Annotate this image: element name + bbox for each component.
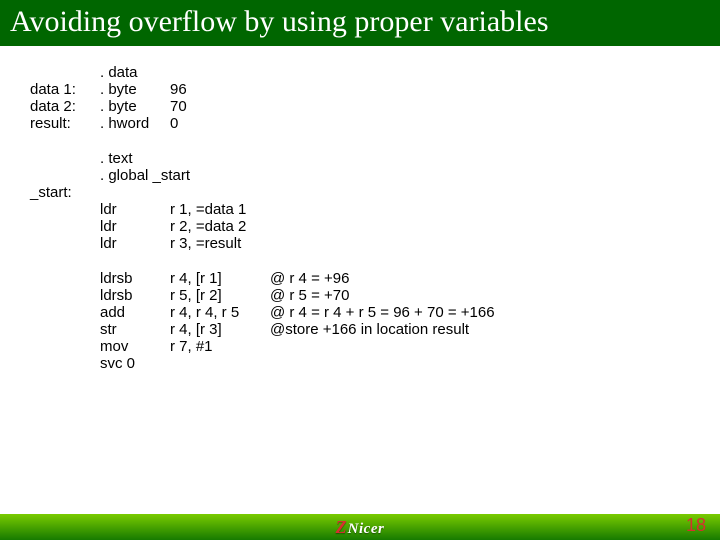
operands: r 4, [r 3] [170, 321, 270, 338]
comment: @ r 4 = r 4 + r 5 = 96 + 70 = +166 [270, 304, 720, 321]
directive-text: . hword [100, 115, 170, 132]
directive-text: . byte [100, 98, 170, 115]
mnemonic: add [100, 304, 170, 321]
data-line: data 2: . byte 70 [30, 98, 720, 115]
label: data 1: [30, 81, 100, 98]
global-directive: . global _start [30, 167, 720, 184]
text-directive: . text [30, 150, 720, 167]
mnemonic: ldr [100, 235, 170, 252]
operands: r 2, =data 2 [170, 218, 246, 235]
label: result: [30, 115, 100, 132]
data-line: data 1: . byte 96 [30, 81, 720, 98]
instr-line: ldr r 1, =data 1 [30, 201, 720, 218]
instr-line: mov r 7, #1 [30, 338, 720, 355]
instr-line: ldrsb r 5, [r 2] @ r 5 = +70 [30, 287, 720, 304]
mnemonic: mov [100, 338, 170, 355]
operands: r 4, [r 1] [170, 270, 270, 287]
code-block: . data data 1: . byte 96 data 2: . byte … [0, 46, 720, 540]
comment: @store +166 in location result [270, 321, 720, 338]
slide: Avoiding overflow by using proper variab… [0, 0, 720, 540]
mnemonic: svc 0 [100, 355, 170, 372]
label: _start: [30, 184, 100, 201]
logo: Z Nicer [336, 517, 385, 538]
footer-bar: Z Nicer [0, 514, 720, 540]
mnemonic: ldr [100, 218, 170, 235]
instr-line: add r 4, r 4, r 5 @ r 4 = r 4 + r 5 = 96… [30, 304, 720, 321]
data-line: result: . hword 0 [30, 115, 720, 132]
directive-text: . byte [100, 81, 170, 98]
page-title: Avoiding overflow by using proper variab… [0, 0, 720, 46]
page-number: 18 [686, 515, 706, 536]
comment: @ r 5 = +70 [270, 287, 720, 304]
comment: @ r 4 = +96 [270, 270, 720, 287]
value: 96 [170, 81, 270, 98]
operands: r 3, =result [170, 235, 241, 252]
value: 70 [170, 98, 270, 115]
label: data 2: [30, 98, 100, 115]
instr-line: str r 4, [r 3] @store +166 in location r… [30, 321, 720, 338]
mnemonic: ldrsb [100, 287, 170, 304]
logo-z: Z [336, 517, 347, 538]
logo-nicer: Nicer [348, 521, 385, 538]
operands: r 7, #1 [170, 338, 270, 355]
mnemonic: ldrsb [100, 270, 170, 287]
start-label: _start: [30, 184, 720, 201]
operands: r 4, r 4, r 5 [170, 304, 270, 321]
instr-line: ldr r 2, =data 2 [30, 218, 720, 235]
operands: r 1, =data 1 [170, 201, 246, 218]
data-directive: . data [30, 64, 720, 81]
instr-line: ldr r 3, =result [30, 235, 720, 252]
instr-line: ldrsb r 4, [r 1] @ r 4 = +96 [30, 270, 720, 287]
directive-text: . global _start [100, 167, 190, 184]
operands: r 5, [r 2] [170, 287, 270, 304]
value: 0 [170, 115, 270, 132]
directive-text: . data [100, 64, 170, 81]
mnemonic: ldr [100, 201, 170, 218]
mnemonic: str [100, 321, 170, 338]
directive-text: . text [100, 150, 133, 167]
instr-line: svc 0 [30, 355, 720, 372]
